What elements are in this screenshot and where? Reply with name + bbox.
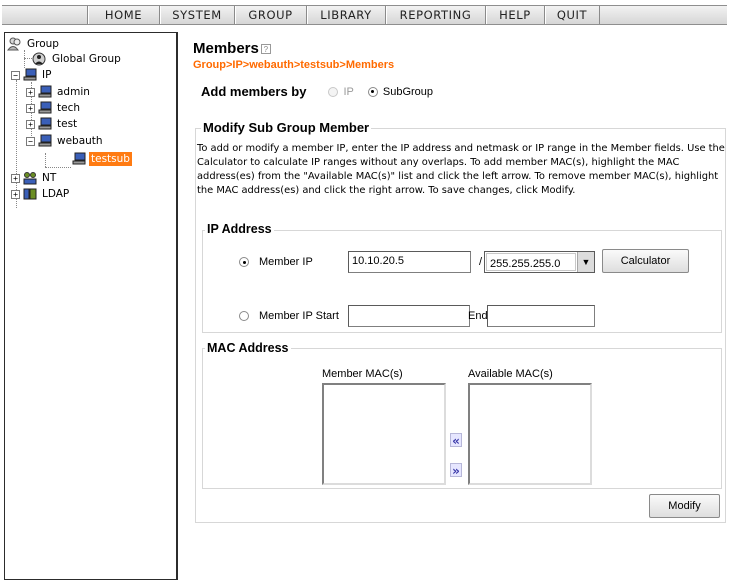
- network-computer-icon: [37, 85, 53, 99]
- radio-subgroup-label: SubGroup: [382, 85, 434, 98]
- top-navigation: HOME SYSTEM GROUP LIBRARY REPORTING HELP…: [0, 0, 729, 29]
- modify-button[interactable]: Modify: [649, 494, 720, 518]
- tree-label: NT: [42, 172, 57, 184]
- tree-label: Global Group: [52, 53, 121, 65]
- expand-icon[interactable]: +: [26, 119, 35, 129]
- add-mac-arrow-icon[interactable]: «: [450, 433, 462, 448]
- tree-node-ldap[interactable]: + LDAP: [11, 186, 71, 202]
- radio-subgroup[interactable]: [367, 86, 378, 97]
- add-members-by-label: Add members by: [201, 84, 307, 99]
- expand-icon[interactable]: +: [11, 173, 20, 183]
- netmask-select[interactable]: 255.255.255.0 ▼: [484, 251, 595, 273]
- ldap-directory-icon: [22, 187, 38, 201]
- instructions-text: To add or modify a member IP, enter the …: [197, 143, 725, 196]
- slash-separator: /: [479, 256, 483, 268]
- chevron-down-icon[interactable]: ▼: [577, 252, 594, 272]
- help-icon[interactable]: ?: [260, 44, 271, 55]
- radio-ip[interactable]: [328, 86, 339, 97]
- add-members-by-row: Add members by IP SubGroup: [201, 84, 433, 99]
- calculator-button[interactable]: Calculator: [602, 249, 689, 273]
- nav-spacer-right: [600, 6, 727, 24]
- collapse-icon[interactable]: −: [26, 136, 35, 146]
- tree-node-testsub[interactable]: testsub: [71, 151, 132, 167]
- radio-ip-label: IP: [343, 85, 354, 98]
- nav-home[interactable]: HOME: [88, 6, 160, 24]
- globe-group-icon: [32, 52, 48, 66]
- collapse-icon[interactable]: −: [11, 70, 20, 80]
- page-title-text: Members: [193, 40, 259, 57]
- member-ip-input[interactable]: 10.10.20.5: [348, 251, 471, 273]
- nt-domain-icon: [22, 171, 38, 185]
- tree-line: [45, 153, 46, 167]
- tree-label: IP: [42, 69, 52, 81]
- radio-member-ip[interactable]: [239, 257, 249, 267]
- nav-spacer-left: [2, 6, 88, 24]
- network-computer-icon: [37, 134, 53, 148]
- tree-label: test: [57, 118, 78, 130]
- modify-subgroup-title: Modify Sub Group Member: [201, 120, 372, 135]
- remove-mac-arrow-icon[interactable]: »: [450, 463, 462, 478]
- tree-line: [45, 167, 71, 168]
- nav-system[interactable]: SYSTEM: [160, 6, 235, 24]
- nav-quit[interactable]: QUIT: [545, 6, 600, 24]
- tree-label: admin: [57, 86, 90, 98]
- tree-line: [24, 58, 32, 59]
- member-ip-start-input[interactable]: [348, 305, 470, 327]
- tree-node-webauth[interactable]: − webauth: [26, 133, 105, 149]
- member-ip-end-input[interactable]: [487, 305, 595, 327]
- netmask-value: 255.255.255.0: [486, 253, 576, 271]
- member-ip-start-option: Member IP Start: [239, 310, 339, 322]
- expand-icon[interactable]: +: [26, 103, 35, 113]
- nav-library[interactable]: LIBRARY: [307, 6, 386, 24]
- tree-node-group[interactable]: Group: [7, 36, 61, 52]
- tree-node-global-group[interactable]: Global Group: [32, 51, 123, 67]
- nav-help[interactable]: HELP: [486, 6, 545, 24]
- tree-node-tech[interactable]: + tech: [26, 100, 82, 116]
- radio-member-ip-start[interactable]: [239, 311, 249, 321]
- ip-address-title: IP Address: [205, 222, 274, 236]
- expand-icon[interactable]: +: [11, 189, 20, 199]
- nav-reporting[interactable]: REPORTING: [386, 6, 486, 24]
- network-computer-icon: [71, 152, 87, 166]
- page-title: Members?: [193, 40, 271, 57]
- mac-address-fieldset: [202, 348, 722, 489]
- nav-group[interactable]: GROUP: [235, 6, 307, 24]
- tree-label: LDAP: [42, 188, 70, 200]
- member-ip-label: Member IP: [259, 256, 313, 268]
- tree-label-selected: testsub: [89, 152, 132, 166]
- network-computer-icon: [37, 101, 53, 115]
- mac-address-title: MAC Address: [205, 341, 291, 355]
- tree-node-test[interactable]: + test: [26, 116, 79, 132]
- tree-node-ip[interactable]: − IP: [11, 67, 53, 83]
- end-label: End: [468, 310, 488, 322]
- member-macs-list[interactable]: [322, 383, 446, 485]
- network-computer-icon: [37, 117, 53, 131]
- available-macs-label: Available MAC(s): [468, 368, 553, 380]
- tree-line: [24, 50, 25, 68]
- member-ip-option: Member IP: [239, 256, 313, 268]
- tree-label: webauth: [57, 135, 103, 147]
- available-macs-list[interactable]: [468, 383, 592, 485]
- breadcrumb[interactable]: Group>IP>webauth>testsub>Members: [193, 59, 394, 71]
- member-macs-label: Member MAC(s): [322, 368, 403, 380]
- users-group-icon: [7, 37, 23, 51]
- nav-bar: HOME SYSTEM GROUP LIBRARY REPORTING HELP…: [2, 5, 727, 25]
- tree-label: tech: [57, 102, 81, 114]
- tree-node-nt[interactable]: + NT: [11, 170, 58, 186]
- member-ip-start-label: Member IP Start: [259, 310, 339, 322]
- expand-icon[interactable]: +: [26, 87, 35, 97]
- network-computer-icon: [22, 68, 38, 82]
- group-tree-panel: Group Global Group − IP + admin + tech +: [4, 32, 178, 580]
- tree-label: Group: [27, 38, 59, 50]
- tree-node-admin[interactable]: + admin: [26, 84, 92, 100]
